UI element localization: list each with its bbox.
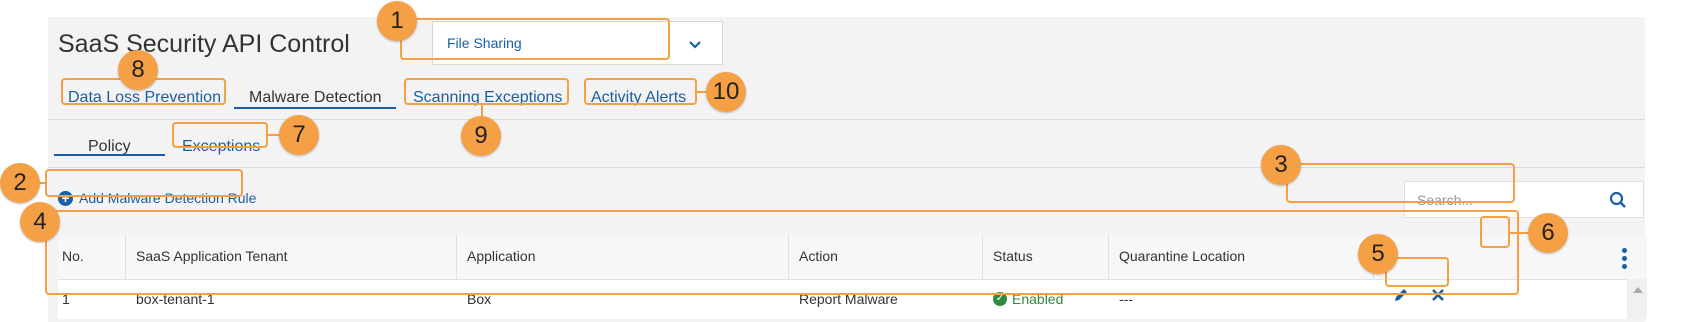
callout-badge-6: 6 [1528, 213, 1568, 253]
active-tab-indicator [234, 107, 396, 109]
callout-box-2 [45, 169, 243, 197]
callout-arrow-6 [1510, 232, 1530, 234]
table-scrollbar[interactable] [1627, 279, 1647, 319]
callout-box-1 [400, 18, 670, 60]
active-subtab-indicator [54, 154, 165, 156]
callout-badge-5: 5 [1358, 234, 1398, 274]
callout-badge-2: 2 [0, 163, 40, 203]
callout-badge-9: 9 [461, 116, 501, 156]
callout-box-7 [172, 122, 268, 148]
callout-box-9 [404, 78, 569, 105]
chevron-down-icon [689, 41, 701, 49]
callout-badge-7: 7 [279, 115, 319, 155]
callout-box-3 [1286, 163, 1515, 203]
callout-badge-10: 10 [706, 72, 746, 112]
page-title: SaaS Security API Control [58, 30, 350, 58]
search-icon[interactable] [1609, 191, 1627, 209]
tab-malware-detection[interactable]: Malware Detection [249, 89, 382, 107]
callout-badge-1: 1 [377, 1, 417, 41]
callout-badge-4: 4 [20, 202, 60, 242]
scroll-up-arrow-icon[interactable] [1633, 287, 1643, 293]
callout-box-4 [45, 210, 1519, 295]
callout-box-6 [1480, 216, 1510, 248]
callout-box-10 [584, 78, 697, 105]
callout-badge-3: 3 [1261, 145, 1301, 185]
column-options-menu-icon[interactable] [1622, 248, 1627, 269]
callout-badge-8: 8 [118, 50, 158, 90]
